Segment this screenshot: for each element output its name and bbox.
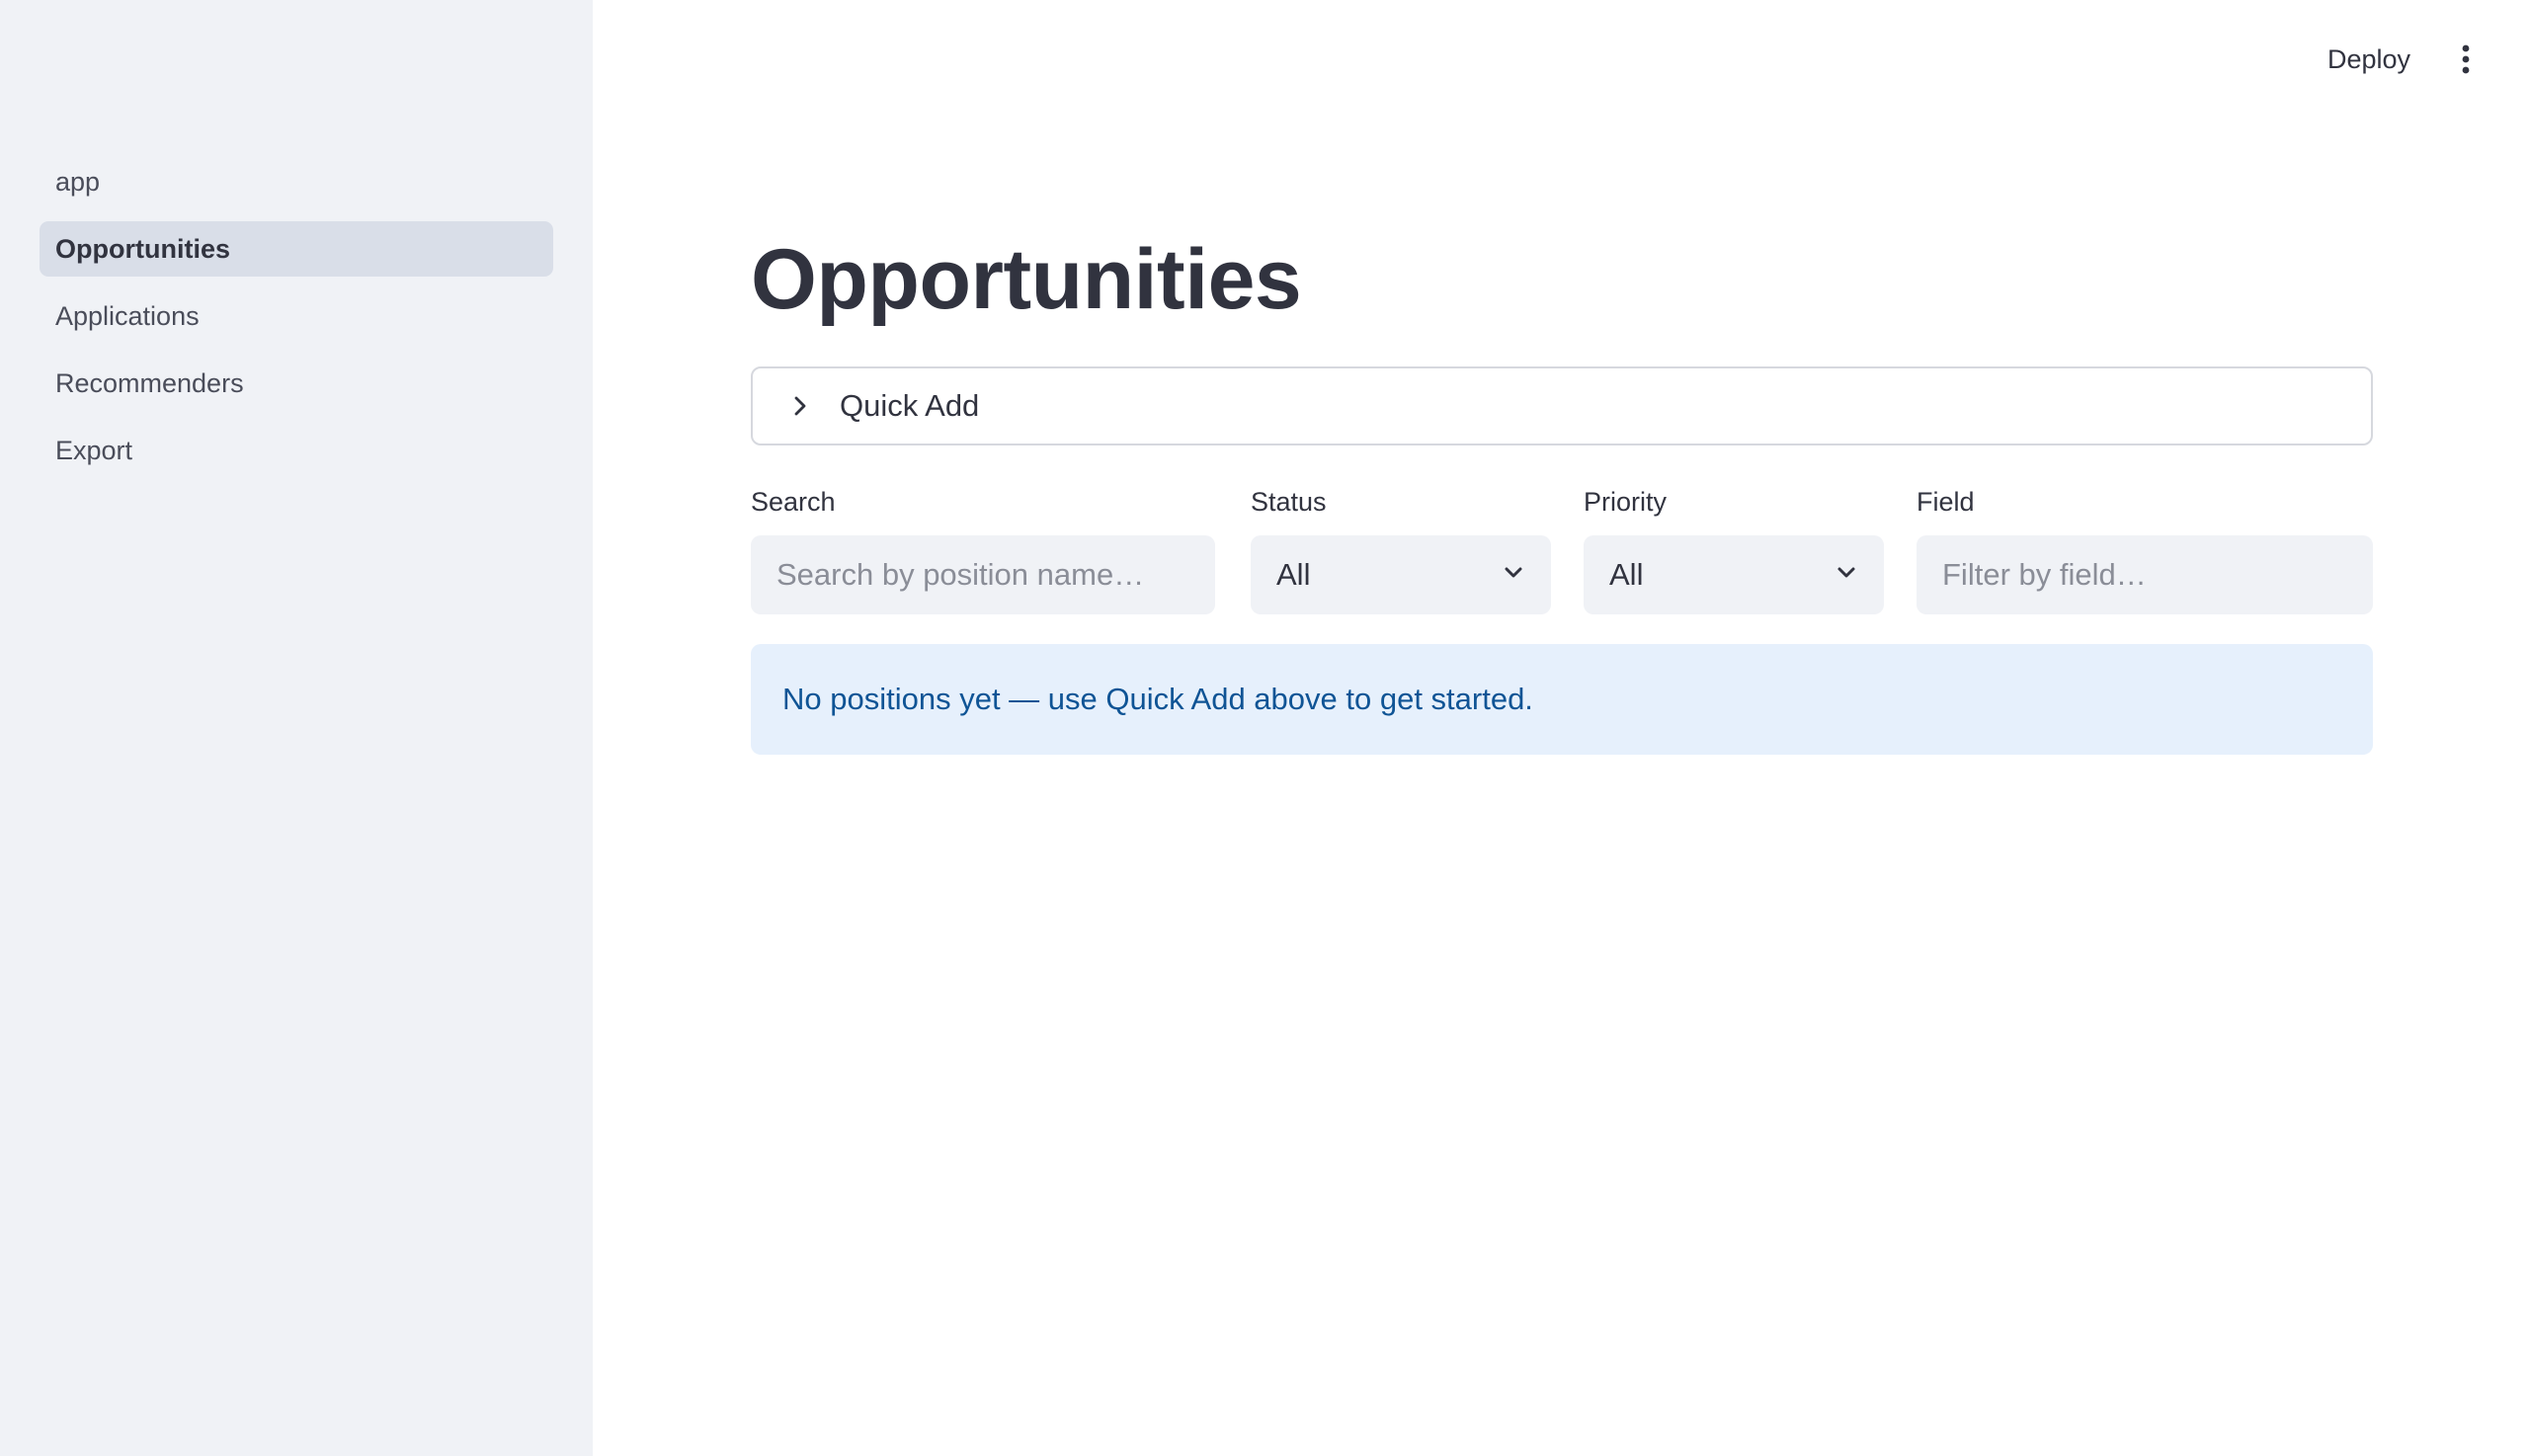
field-filter: Field <box>1917 482 2373 614</box>
status-filter: Status All <box>1251 482 1551 614</box>
field-input[interactable] <box>1942 557 2347 593</box>
status-select[interactable]: All <box>1251 535 1551 614</box>
app-root: app Opportunities Applications Recommend… <box>0 0 2529 1456</box>
sidebar-item-app[interactable]: app <box>40 154 553 209</box>
vertical-ellipsis-icon <box>2461 44 2471 74</box>
priority-select[interactable]: All <box>1584 535 1884 614</box>
priority-select-value: All <box>1609 557 1644 592</box>
chevron-right-icon <box>786 392 814 420</box>
sidebar-item-applications[interactable]: Applications <box>40 288 553 344</box>
quick-add-label: Quick Add <box>840 388 980 423</box>
status-select-value: All <box>1276 557 1311 592</box>
field-label: Field <box>1917 487 1975 517</box>
main-menu-button[interactable] <box>2444 38 2488 81</box>
info-message: No positions yet — use Quick Add above t… <box>782 682 1533 716</box>
search-input[interactable] <box>776 557 1189 593</box>
sidebar-item-recommenders[interactable]: Recommenders <box>40 356 553 411</box>
info-alert: No positions yet — use Quick Add above t… <box>751 644 2373 755</box>
quick-add-expander[interactable]: Quick Add <box>751 366 2373 445</box>
page-title: Opportunities <box>751 232 1302 327</box>
search-input-box <box>751 535 1215 614</box>
search-filter: Search <box>751 482 1215 614</box>
sidebar: app Opportunities Applications Recommend… <box>0 0 593 1456</box>
priority-label: Priority <box>1584 487 1668 517</box>
priority-filter: Priority All <box>1584 482 1884 614</box>
sidebar-nav: app Opportunities Applications Recommend… <box>40 154 553 490</box>
chevron-down-icon <box>1835 557 1858 593</box>
filters-row: Search Status All Priority <box>751 482 2373 614</box>
search-label: Search <box>751 487 836 517</box>
deploy-button[interactable]: Deploy <box>2312 36 2426 83</box>
sidebar-item-opportunities[interactable]: Opportunities <box>40 221 553 277</box>
field-input-box <box>1917 535 2373 614</box>
chevron-down-icon <box>1502 557 1525 593</box>
status-label: Status <box>1251 487 1327 517</box>
sidebar-item-export[interactable]: Export <box>40 423 553 478</box>
